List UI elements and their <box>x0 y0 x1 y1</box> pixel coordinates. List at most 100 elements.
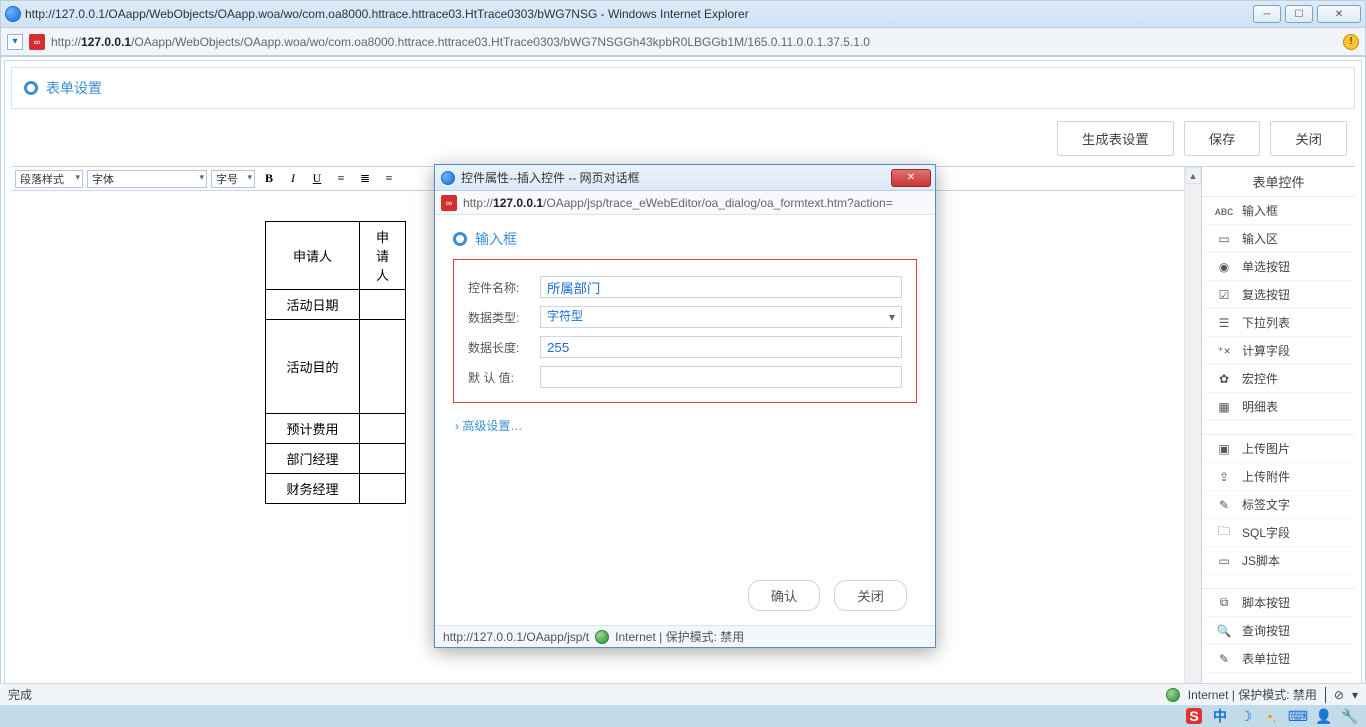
cell-applicant-value[interactable]: 申请人 <box>360 222 406 290</box>
browser-status-bar: 完成 Internet | 保护模式: 禁用 ⊘ ▾ <box>0 683 1366 705</box>
sidebar-item-textarea[interactable]: ▭输入区 <box>1202 225 1355 253</box>
bold-button[interactable]: B <box>259 170 279 188</box>
cell-budget-label[interactable]: 预计费用 <box>266 414 360 444</box>
sidebar-item-checkbox[interactable]: ☑复选按钮 <box>1202 281 1355 309</box>
control-name-input[interactable] <box>540 276 902 298</box>
font-family-select[interactable]: 字体 <box>87 170 207 188</box>
dialog-address-bar: ∞ http://127.0.0.1/OAapp/jsp/trace_eWebE… <box>435 191 935 215</box>
status-protect-off-icon[interactable]: ⊘ <box>1334 688 1344 702</box>
dialog-section-bullet-icon <box>453 232 467 246</box>
data-type-select[interactable]: 字符型 <box>540 306 902 328</box>
ie-icon <box>5 6 21 22</box>
cell-budget-value[interactable] <box>360 414 406 444</box>
sidebar-item-macro[interactable]: ✿宏控件 <box>1202 365 1355 393</box>
dialog-ie-icon <box>441 171 455 185</box>
calc-icon: ⁺× <box>1216 344 1232 358</box>
form-table[interactable]: 申请人申请人 活动日期 活动目的 预计费用 部门经理 财务经理 <box>265 221 406 504</box>
grid-icon: ▦ <box>1216 400 1232 414</box>
browser-address-bar: ▾ ∞ http://127.0.0.1/OAapp/WebObjects/OA… <box>0 28 1366 56</box>
font-size-select[interactable]: 字号 <box>211 170 255 188</box>
url-text[interactable]: http://127.0.0.1/OAapp/WebObjects/OAapp.… <box>51 35 1337 49</box>
window-minimize-button[interactable]: ─ <box>1253 5 1281 23</box>
sidebar-item-dropdown[interactable]: ☰下拉列表 <box>1202 309 1355 337</box>
generate-settings-button[interactable]: 生成表设置 <box>1057 121 1174 156</box>
dialog-status-path: http://127.0.0.1/OAapp/jsp/t <box>443 630 589 644</box>
cell-finance-mgr-label[interactable]: 财务经理 <box>266 474 360 504</box>
align-left-button[interactable]: ≡ <box>331 170 351 188</box>
sidebar-item-calc-field[interactable]: ⁺×计算字段 <box>1202 337 1355 365</box>
sidebar-item-textbox[interactable]: ᴀʙᴄ输入框 <box>1202 197 1355 225</box>
dialog-status-zone: Internet | 保护模式: 禁用 <box>615 628 744 645</box>
ime-sogou-icon[interactable]: S <box>1186 708 1202 724</box>
ime-chinese-icon[interactable]: 中 <box>1212 708 1228 724</box>
ime-punct-icon[interactable]: •, <box>1264 708 1280 724</box>
paragraph-style-select[interactable]: 段落样式 <box>15 170 83 188</box>
dialog-titlebar[interactable]: 控件属性--插入控件 -- 网页对话框 ✕ <box>435 165 935 191</box>
cell-purpose-value[interactable] <box>360 320 406 414</box>
dialog-close-button[interactable]: ✕ <box>891 169 931 187</box>
window-title: http://127.0.0.1/OAapp/WebObjects/OAapp.… <box>25 7 749 21</box>
sidebar-item-upload-attach[interactable]: ⇪上传附件 <box>1202 463 1355 491</box>
sidebar-item-upload-image[interactable]: ▣上传图片 <box>1202 435 1355 463</box>
cell-date-label[interactable]: 活动日期 <box>266 290 360 320</box>
window-restore-button[interactable]: ☐ <box>1285 5 1313 23</box>
sidebar-item-detail-table[interactable]: ▦明细表 <box>1202 393 1355 421</box>
script-icon: ▭ <box>1216 554 1232 568</box>
cell-date-value[interactable] <box>360 290 406 320</box>
cell-purpose-label[interactable]: 活动目的 <box>266 320 360 414</box>
compat-view-icon[interactable]: ! <box>1343 34 1359 50</box>
sidebar-item-script-button[interactable]: ⧉脚本按钮 <box>1202 589 1355 617</box>
status-extra-icon[interactable]: ▾ <box>1352 688 1358 702</box>
dialog-url[interactable]: http://127.0.0.1/OAapp/jsp/trace_eWebEdi… <box>463 196 929 210</box>
close-button[interactable]: 关闭 <box>1270 121 1347 156</box>
cell-applicant-label[interactable]: 申请人 <box>266 222 360 290</box>
advanced-settings-link[interactable]: › 高级设置… <box>453 403 917 444</box>
search-icon: 🔍 <box>1216 624 1232 638</box>
textarea-icon: ▭ <box>1216 232 1232 246</box>
status-separator <box>1325 687 1326 703</box>
ime-moon-icon[interactable]: ☽ <box>1238 708 1254 724</box>
window-close-button[interactable]: ✕ <box>1317 5 1361 23</box>
dialog-section-title: 输入框 <box>475 229 517 249</box>
dialog-form-group: 控件名称: 数据类型: 字符型 数据长度: 默 认 值: <box>453 259 917 403</box>
image-icon: ▣ <box>1216 442 1232 456</box>
control-properties-dialog: 控件属性--插入控件 -- 网页对话框 ✕ ∞ http://127.0.0.1… <box>434 164 936 648</box>
dialog-ok-button[interactable]: 确认 <box>748 580 821 611</box>
ime-wrench-icon[interactable]: 🔧 <box>1342 708 1358 724</box>
default-value-label: 默 认 值: <box>468 369 540 386</box>
align-center-button[interactable]: ≣ <box>355 170 375 188</box>
db-icon: 🗀 <box>1216 522 1232 543</box>
status-internet-zone-icon <box>1166 688 1180 702</box>
underline-button[interactable]: U <box>307 170 327 188</box>
data-length-input[interactable] <box>540 336 902 358</box>
form-icon: ✎ <box>1216 652 1232 666</box>
italic-button[interactable]: I <box>283 170 303 188</box>
sidebar-item-js-script[interactable]: ▭JS脚本 <box>1202 547 1355 575</box>
editor-scrollbar[interactable]: ▲ ▼ <box>1184 166 1201 722</box>
abc-icon: ᴀʙᴄ <box>1216 204 1232 218</box>
sidebar-item-radio[interactable]: ◉单选按钮 <box>1202 253 1355 281</box>
sidebar-item-sql-field[interactable]: 🗀SQL字段 <box>1202 519 1355 547</box>
status-done: 完成 <box>8 686 32 703</box>
data-type-label: 数据类型: <box>468 309 540 326</box>
dialog-title: 控件属性--插入控件 -- 网页对话框 <box>461 169 640 186</box>
sidebar-item-query-button[interactable]: 🔍查询按钮 <box>1202 617 1355 645</box>
sidebar-separator <box>1202 575 1355 589</box>
cell-dept-mgr-value[interactable] <box>360 444 406 474</box>
scroll-track[interactable] <box>1185 184 1201 705</box>
cell-dept-mgr-label[interactable]: 部门经理 <box>266 444 360 474</box>
ime-user-icon[interactable]: 👤 <box>1316 708 1332 724</box>
security-shield-icon[interactable]: ▾ <box>7 34 23 50</box>
sidebar-item-label[interactable]: ✎标签文字 <box>1202 491 1355 519</box>
dialog-cancel-button[interactable]: 关闭 <box>834 580 907 611</box>
ime-keyboard-icon[interactable]: ⌨ <box>1290 708 1306 724</box>
sidebar-separator <box>1202 421 1355 435</box>
page-title: 表单设置 <box>46 78 102 98</box>
sidebar-item-form-pull-button[interactable]: ✎表单拉钮 <box>1202 645 1355 673</box>
align-right-button[interactable]: ≡ <box>379 170 399 188</box>
save-button[interactable]: 保存 <box>1184 121 1261 156</box>
default-value-input[interactable] <box>540 366 902 388</box>
cell-finance-mgr-value[interactable] <box>360 474 406 504</box>
scroll-up-button[interactable]: ▲ <box>1185 167 1201 184</box>
sidebar-title: 表单控件 <box>1202 167 1355 197</box>
